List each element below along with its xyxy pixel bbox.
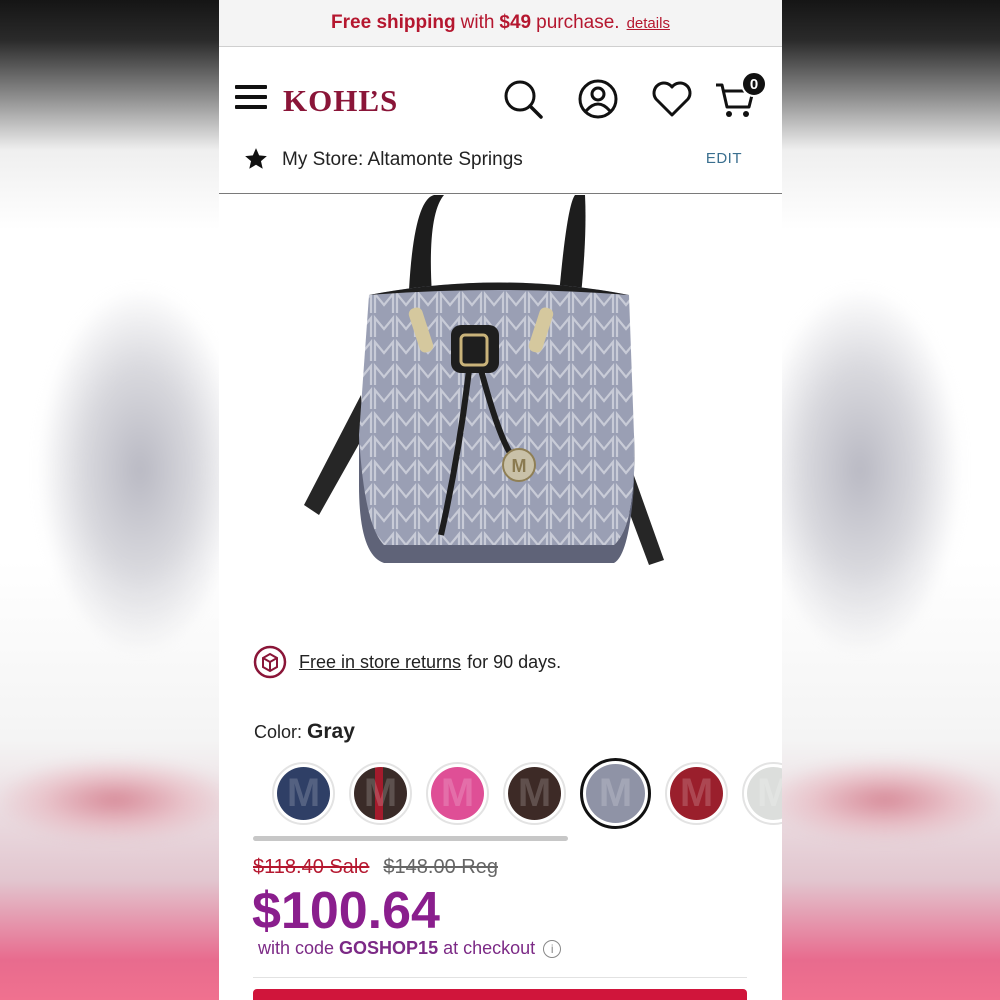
heart-icon[interactable] [650, 77, 694, 121]
swatch-black-red[interactable] [349, 762, 412, 825]
cart-icon[interactable]: 0 [713, 71, 767, 121]
cart-count-badge: 0 [741, 71, 767, 97]
swatch-pink[interactable] [426, 762, 489, 825]
site-header: KOHĽS 0 [219, 47, 782, 151]
kohls-logo[interactable]: KOHĽS [283, 83, 398, 119]
color-selection-label: Color: Gray [254, 720, 355, 744]
add-to-cart-button[interactable] [253, 989, 747, 1000]
mobile-page: Free shipping with $49 purchase. details… [219, 0, 782, 1000]
store-name: My Store: Altamonte Springs [282, 149, 523, 170]
info-icon[interactable]: i [543, 939, 562, 958]
selected-color: Gray [307, 720, 355, 743]
promo-banner: Free shipping with $49 purchase. details [219, 0, 782, 47]
code-prefix: with code [258, 938, 335, 958]
swatch-gray[interactable] [580, 758, 651, 829]
swatch-brown[interactable] [503, 762, 566, 825]
menu-icon[interactable] [235, 85, 267, 113]
background-blur-right [760, 290, 960, 650]
swatch-white[interactable] [742, 762, 782, 825]
swatch-red[interactable] [665, 762, 728, 825]
promo-free-shipping: Free shipping [331, 12, 456, 33]
my-store-bar: My Store: Altamonte Springs EDIT [219, 141, 782, 194]
free-returns-link[interactable]: Free in store returns [299, 652, 461, 673]
promo-amount: $49 [499, 12, 532, 33]
background-blur-left-red [0, 760, 230, 840]
code-suffix: at checkout [443, 938, 536, 958]
swatch-navy[interactable] [272, 762, 335, 825]
promo-code-line: with code GOSHOP15 at checkout i [258, 938, 562, 959]
regular-price: $148.00 Reg [383, 856, 498, 878]
product-image[interactable]: M [219, 195, 782, 595]
promo-with: with [460, 12, 495, 33]
handbag-image: M [304, 195, 664, 565]
account-icon[interactable] [576, 77, 620, 121]
returns-box-icon [253, 645, 287, 679]
svg-text:M: M [512, 456, 527, 476]
current-price: $100.64 [252, 882, 440, 940]
returns-info: Free in store returns for 90 days. [253, 645, 561, 679]
swatch-scrollbar[interactable] [253, 836, 568, 841]
returns-suffix: for 90 days. [467, 651, 562, 672]
search-icon[interactable] [501, 77, 545, 121]
edit-store-button[interactable]: EDIT [706, 150, 742, 167]
promo-code: GOSHOP15 [339, 938, 439, 958]
promo-purchase: purchase. [536, 12, 620, 33]
color-swatches [272, 758, 782, 829]
original-prices: $118.40 Sale $148.00 Reg [253, 856, 498, 879]
star-icon [245, 148, 267, 169]
background-blur-left [40, 290, 240, 650]
old-sale-price: $118.40 Sale [253, 856, 370, 878]
background-blur-right-red [770, 760, 1000, 840]
color-label: Color: [254, 722, 303, 742]
promo-details-link[interactable]: details [627, 15, 670, 32]
divider [253, 977, 747, 978]
